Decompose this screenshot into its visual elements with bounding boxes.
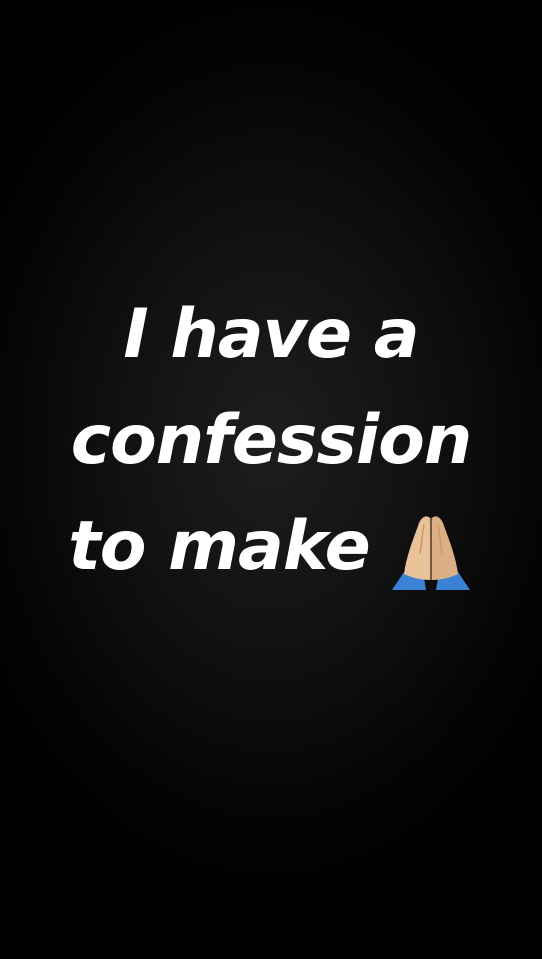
story-caption: I have a confession to make bbox=[0, 282, 542, 600]
folded-hands-icon bbox=[388, 506, 474, 592]
caption-line-2: confession bbox=[70, 401, 473, 480]
story-frame: I have a confession to make bbox=[0, 0, 542, 959]
caption-line-1: I have a bbox=[123, 295, 419, 374]
caption-line-3: to make bbox=[68, 507, 371, 586]
caption-line-3-row: to make bbox=[0, 494, 542, 600]
